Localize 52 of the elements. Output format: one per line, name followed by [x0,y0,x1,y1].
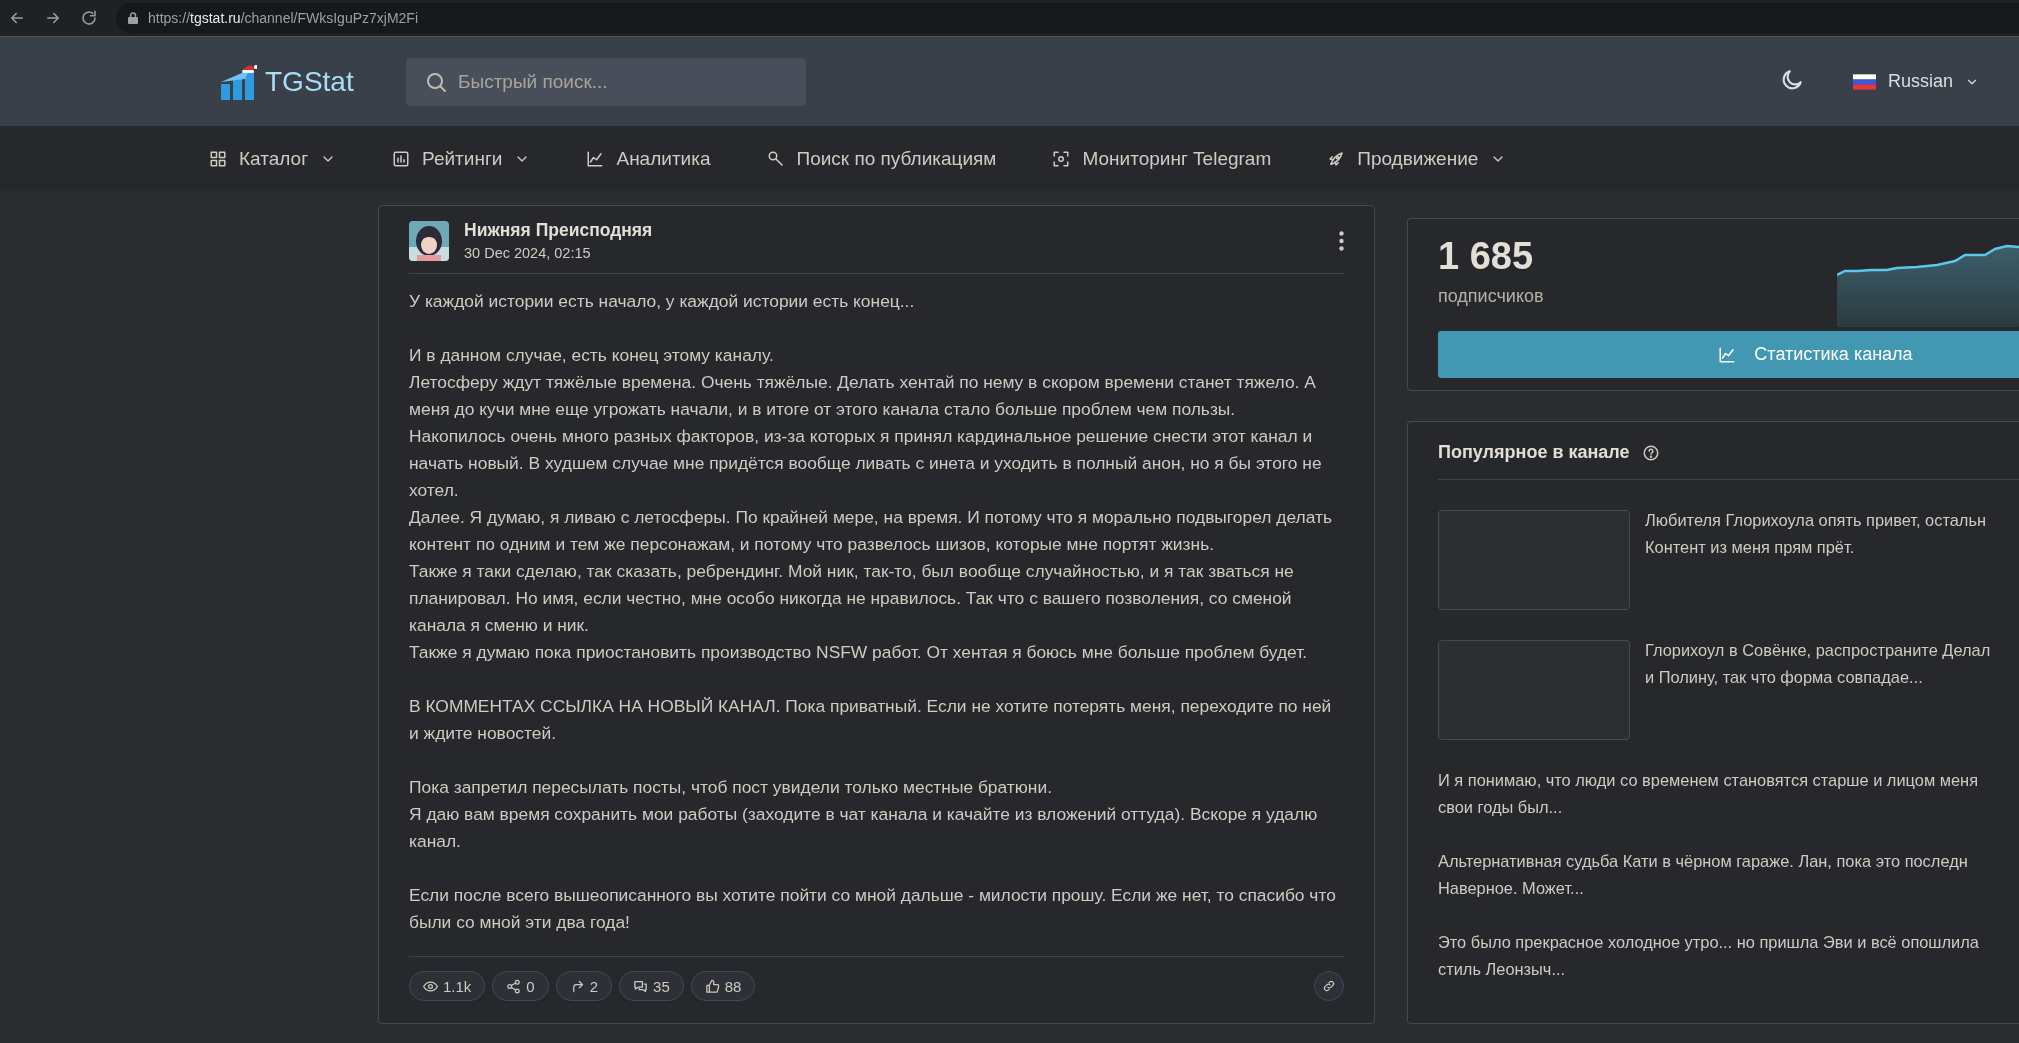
post-text: И в данном случае, есть конец этому каналу. Летосферу ждут тяжёлые времена. Очень тяжёлые. Делать хентай по нему в скором времени станет тяжело. А меня до кучи мне еще угрожать начали, и в итоге от этого канала стало больше проблем чем пользы. Накопилось очень много разных факторов, из-за которых я принял кардинальное решение снести этот канал и начать новый. В худшем случае мне придётся вообще ливать с инета и уходить в полный анон, но я бы этого не хотел. Далее. Я думаю, я ливаю с летосферы. По крайней мере, на время. И потому что я морально подвыгорел делать контент по одним и тем же персонажам, и потому что развелось шизов, которые мне портят жизнь. Также я таки сделаю, так сказать, ребрендинг. Мой ник, так-то, был вообще случайностью, и я так зваться не планировал. Но имя, если честно, мне особо никогда не нравилось. Так что с вашего позволения, со сменой канала я сменю и ник. Также я думаю пока приостановить производство NSFW работ. От хентая я боюсь мне больше проблем будет. [409,344,1333,664]
post-text: В КОММЕНТАХ ССЫЛКА НА НОВЫЙ КАНАЛ. Пока приватный. Если не хотите потерять меня, переходите по ней и ждите новостей. [409,695,1333,745]
subscriber-count: 1 685 [1438,235,1535,278]
eye-icon [423,978,438,994]
lock-icon [128,12,138,24]
link-button[interactable] [1314,971,1344,1001]
url-text: https://tgstat.ru/channel/FWksIguPz7xjM2Fi [148,10,419,26]
line-chart-icon [1718,345,1737,364]
language-selector[interactable]: Russian [1852,71,1979,92]
section-title: Популярное в канале [1438,442,1630,463]
post-date: 30 Dec 2024, 02:15 [464,245,592,261]
post-text: У каждой истории есть начало, у каждой истории есть конец... [409,290,916,313]
nav-item[interactable]: Аналитика [586,147,711,170]
popular-post-text[interactable]: Любителя Глорихоула опять привет, остальн Контент из меня прям прёт. [1645,507,1986,610]
stat-pill[interactable]: 88 [690,971,756,1001]
flag-icon [1852,73,1876,90]
stat-pill[interactable]: 35 [619,971,684,1001]
nav-item[interactable]: Рейтинги [392,147,531,170]
more-options-icon[interactable] [1339,230,1344,251]
search-field[interactable]: Быстрый поиск... [406,57,806,106]
link-icon [1322,979,1336,993]
stat-pill[interactable]: 1.1k [409,971,486,1001]
post-text: Пока запретил пересылать посты, чтоб пост увидели только местные братюни. Я даю вам время сохранить мои работы (заходите в чат канала и качайте из вложений оттуда). Вскоре я удалю канал. [409,776,1319,853]
subscriber-label: подписчиков [1438,286,1544,307]
nav-item[interactable]: Продвижение [1327,147,1507,170]
grid-icon [209,149,227,168]
reload-icon [80,9,98,27]
post-text: Если после всего вышеописанного вы хотите пойти со мной дальше - милости прошу. Если же нет, то спасибо что были со мной эти два года! [409,884,1337,934]
thumbnail[interactable] [1438,510,1630,610]
popular-post-text[interactable]: Глорихоул в Совёнке, распространите Делал и Полину, так что форма совпадае... [1645,637,1991,740]
popular-post-text[interactable]: Альтернативная судьба Кати в чёрном гараже. Лан, пока это последн Наверное. Может... [1438,848,2019,902]
logo-icon [219,63,257,100]
scan-icon [1052,149,1071,168]
search-icon [766,149,785,168]
nav-item[interactable]: Каталог [209,147,337,170]
share-icon [506,978,522,994]
address-bar[interactable]: https://tgstat.ru/channel/FWksIguPz7xjM2Fi [116,3,2019,33]
popular-post-text[interactable]: И я понимаю, что люди со временем становятся старше и лицом меня свои годы был... [1438,767,2019,821]
nav-item[interactable]: Поиск по публикациям [766,147,997,170]
nav-item[interactable]: Мониторинг Telegram [1052,147,1272,170]
comments-icon [633,978,649,994]
channel-name[interactable]: Нижняя Преисподняя [464,220,1324,241]
thumbs-up-icon [704,978,720,994]
logo-text[interactable]: TGStat [265,65,354,98]
stat-pill[interactable]: 0 [492,971,549,1001]
popular-post-text[interactable]: Это было прекрасное холодное утро... но пришла Эви и всё опошлила стиль Леонзыч... [1438,929,2019,983]
stat-pill[interactable]: 2 [555,971,613,1001]
rocket-icon [1327,149,1346,168]
line-chart-icon [586,149,605,168]
thumbnail[interactable] [1438,640,1630,740]
bar-chart-icon [392,149,411,168]
help-icon [1641,443,1660,462]
